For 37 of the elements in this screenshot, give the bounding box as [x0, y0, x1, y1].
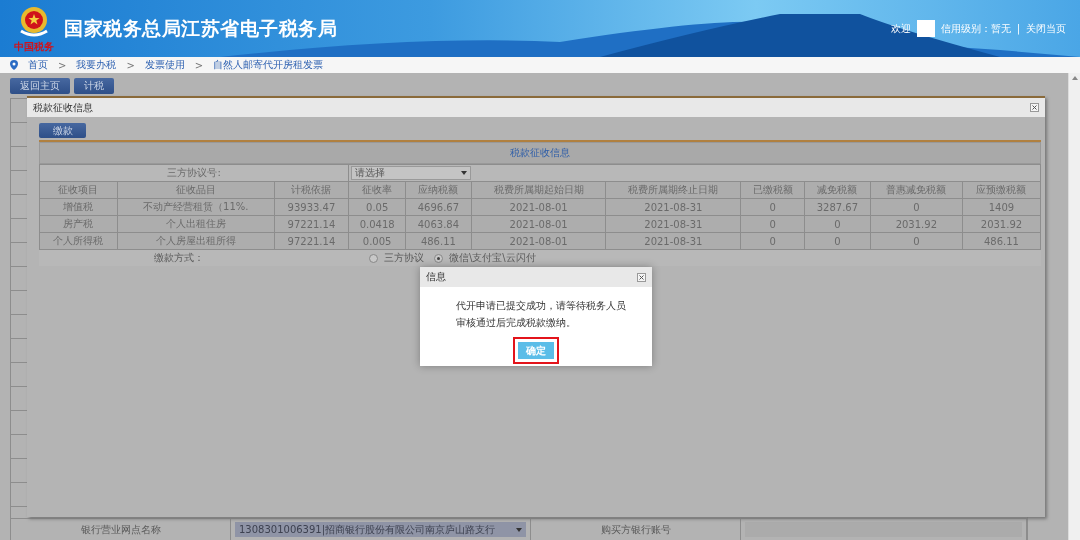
breadcrumb-separator: >: [194, 59, 204, 71]
close-icon[interactable]: [637, 272, 646, 282]
section-title: 税款征收信息: [39, 142, 1041, 164]
close-page-link[interactable]: 关闭当页: [1026, 21, 1066, 36]
breadcrumb-link[interactable]: 发票使用: [144, 58, 185, 72]
caret-icon[interactable]: [516, 527, 522, 532]
payment-radio[interactable]: 微信\支付宝\云闪付: [434, 251, 536, 265]
radio-icon[interactable]: [434, 253, 443, 263]
scroll-up-icon[interactable]: [1071, 76, 1078, 80]
payment-method-label: 缴款方式：: [153, 251, 205, 265]
form-label: 银行营业网点名称: [11, 519, 231, 540]
agreement-select[interactable]: 请选择: [351, 166, 472, 180]
user-name-box: [916, 20, 935, 37]
pay-button[interactable]: 缴款: [39, 123, 86, 138]
breadcrumb-separator: >: [58, 59, 67, 71]
credit-level-text: 信用级别：暂无: [940, 21, 1011, 36]
scrollbar[interactable]: [1068, 73, 1080, 540]
window-title: 税款征收信息: [33, 100, 93, 115]
message-text: 代开申请已提交成功，请等待税务人员审核通过后完成税款缴纳。: [456, 299, 627, 330]
breadcrumb-link[interactable]: 我要办税: [76, 58, 117, 72]
toolbar-button[interactable]: 计税: [74, 78, 114, 94]
bank-branch-select[interactable]: 1308301006391|招商银行股份有限公司南京庐山路支行: [235, 522, 526, 537]
radio-icon[interactable]: [369, 253, 378, 263]
caret-icon[interactable]: [461, 171, 468, 175]
payment-radio[interactable]: 三方协议: [369, 251, 424, 265]
breadcrumb-separator: >: [126, 59, 135, 71]
breadcrumb-link[interactable]: 自然人邮寄代开房租发票: [213, 58, 324, 72]
form-label: 购买方银行账号: [531, 519, 741, 540]
close-icon[interactable]: [1030, 103, 1039, 112]
location-pin-icon: [10, 60, 18, 70]
site-title: 国家税务总局江苏省电子税务局: [64, 15, 337, 41]
breadcrumb-link[interactable]: 首页: [28, 58, 48, 72]
dialog-title: 信息: [426, 270, 446, 284]
separator-text: |: [1016, 23, 1020, 34]
toolbar-button[interactable]: 返回主页: [10, 78, 70, 94]
agreement-label: 三方协议号:: [39, 164, 349, 182]
logo-text: 中国税务: [14, 42, 54, 52]
